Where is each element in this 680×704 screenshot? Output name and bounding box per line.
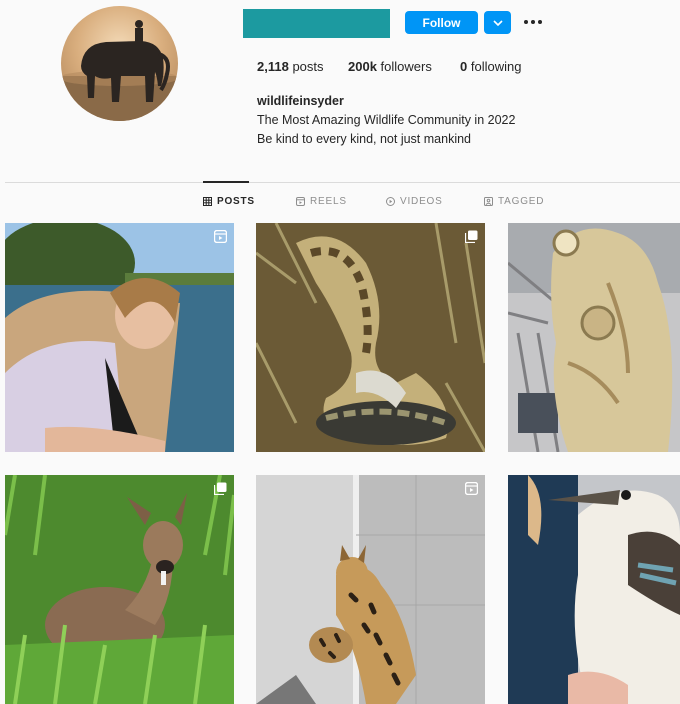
bio-name: wildlifeinsyder [257,94,344,108]
suggested-accounts-button[interactable] [484,11,511,34]
tab-tagged[interactable]: TAGGED [484,196,544,207]
posts-label: posts [292,59,324,74]
young-deer-photo [5,475,234,704]
woman-by-lake-photo [5,223,234,452]
post-tile[interactable] [508,475,680,704]
reels-icon [296,197,305,206]
grid-icon [203,197,212,206]
tab-videos[interactable]: VIDEOS [386,196,443,207]
username-redacted [243,9,390,38]
post-tile[interactable] [256,223,485,452]
tab-reels[interactable]: REELS [296,196,347,207]
following-count: 0 [460,59,468,74]
following-stat[interactable]: 0 following [460,59,521,74]
more-dot-icon [524,20,528,24]
carousel-icon [214,482,227,495]
carousel-icon [465,230,478,243]
python-snake-photo [256,223,485,452]
profile-avatar[interactable] [61,6,178,121]
post-tile[interactable] [5,223,234,452]
followers-count: 200k [348,59,377,74]
elephant-rider-photo [61,20,178,121]
followers-label: followers [380,59,432,74]
following-label: following [470,59,522,74]
bio-line: The Most Amazing Wildlife Community in 2… [257,113,516,127]
active-tab-indicator [203,181,249,183]
chevron-down-icon [492,19,503,26]
bio-line: Be kind to every kind, not just mankind [257,132,472,146]
more-dot-icon [531,20,535,24]
tabs-divider [5,182,680,183]
serval-cat-photo [256,475,485,704]
posts-count: 2,118 [257,59,289,74]
tab-posts[interactable]: POSTS [203,196,255,207]
kookaburra-photo [508,475,680,704]
tab-label: POSTS [217,196,255,207]
tab-label: TAGGED [498,196,545,207]
post-tile[interactable] [5,475,234,704]
tagged-icon [484,197,493,206]
posts-stat: 2,118 posts [257,59,324,74]
post-tile[interactable] [508,223,680,452]
followers-stat[interactable]: 200k followers [348,59,432,74]
tab-label: REELS [310,196,347,207]
tab-label: VIDEOS [400,196,443,207]
post-tile[interactable] [256,475,485,704]
reel-icon [465,482,478,495]
video-icon [386,197,395,206]
reel-icon [214,230,227,243]
follow-button[interactable]: Follow [405,11,478,34]
whale-heart-photo [508,223,680,452]
more-options-button[interactable] [520,12,546,32]
more-dot-icon [538,20,542,24]
